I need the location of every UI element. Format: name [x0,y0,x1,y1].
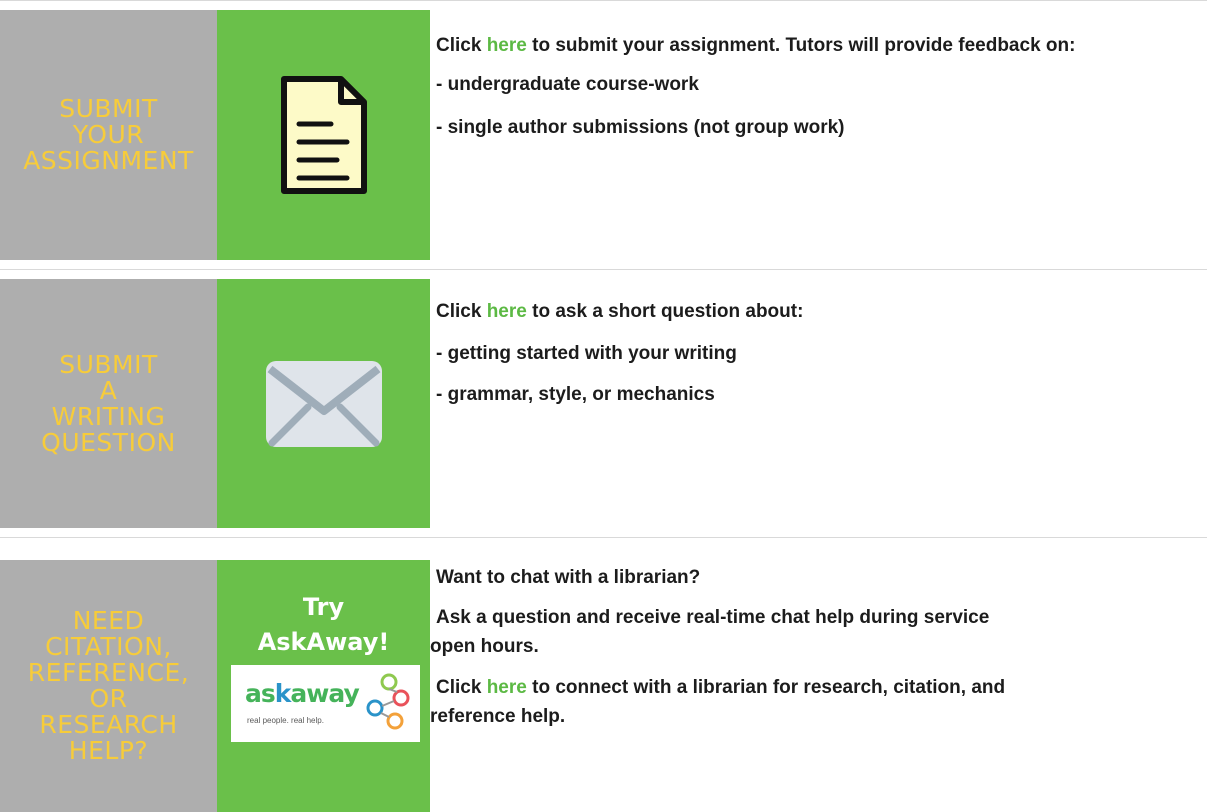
bullet-item: - getting started with your writing [436,343,737,364]
connect-line: Click here to connect with a librarian f… [436,677,1005,699]
row-label: NEED CITATION, REFERENCE, OR RESEARCH HE… [27,606,190,765]
ask-question-link[interactable]: here [487,301,527,322]
chat-heading: Want to chat with a librarian? [436,567,701,588]
submit-assignment-link[interactable]: here [487,35,527,56]
row-label: SUBMIT A WRITING QUESTION [41,349,176,457]
text-fragment: to ask a short question about: [526,301,804,322]
text-panel: Want to chat with a librarian? Ask a que… [430,560,1207,812]
logo-text: as [245,679,276,708]
icon-panel [217,10,430,260]
askaway-logo[interactable]: askaway real people. real help. [231,665,420,742]
text-fragment: Click [436,301,487,322]
try-heading-brand: AskAway! [257,628,390,656]
divider [0,0,1207,1]
try-heading: Try [302,593,345,621]
bullet-item: - undergraduate course-work [436,74,699,95]
logo-wordmark: askaway [245,679,360,708]
text-fragment: Click [436,677,487,698]
text-fragment: to submit your assignment. Tutors will p… [526,35,1076,56]
label-panel: NEED CITATION, REFERENCE, OR RESEARCH HE… [0,560,217,812]
logo-text: k [274,679,292,708]
divider [0,537,1207,538]
text-fragment: to connect with a librarian for research… [526,677,1006,698]
connect-line: reference help. [430,706,566,727]
bullet-item: - single author submissions (not group w… [436,117,845,138]
text-fragment: Click [436,35,487,56]
description-line: open hours. [430,636,539,657]
intro-line: Click here to ask a short question about… [436,301,803,323]
chat-bubbles-icon [366,673,410,730]
page: SUBMIT YOUR ASSIGNMENT Click here to sub… [0,0,1207,812]
description-line: Ask a question and receive real-time cha… [436,607,990,628]
row-label: SUBMIT YOUR ASSIGNMENT [23,94,194,175]
intro-line: Click here to submit your assignment. Tu… [436,35,1075,57]
document-icon [280,76,367,194]
logo-tagline: real people. real help. [247,716,324,725]
text-panel: Click here to ask a short question about… [430,279,1207,528]
icon-panel: Try AskAway! askaway real people. real h… [217,560,430,812]
connect-librarian-link[interactable]: here [487,677,527,698]
logo-text: away [290,679,359,708]
bullet-item: - grammar, style, or mechanics [436,384,715,405]
label-panel: SUBMIT A WRITING QUESTION [0,279,217,528]
envelope-icon [265,360,382,447]
text-panel: Click here to submit your assignment. Tu… [430,10,1207,260]
row-writing-question: SUBMIT A WRITING QUESTION Click here to … [0,279,1207,528]
divider [0,269,1207,270]
row-submit-assignment: SUBMIT YOUR ASSIGNMENT Click here to sub… [0,10,1207,260]
icon-panel [217,279,430,528]
label-panel: SUBMIT YOUR ASSIGNMENT [0,10,217,260]
row-askaway: NEED CITATION, REFERENCE, OR RESEARCH HE… [0,560,1207,812]
